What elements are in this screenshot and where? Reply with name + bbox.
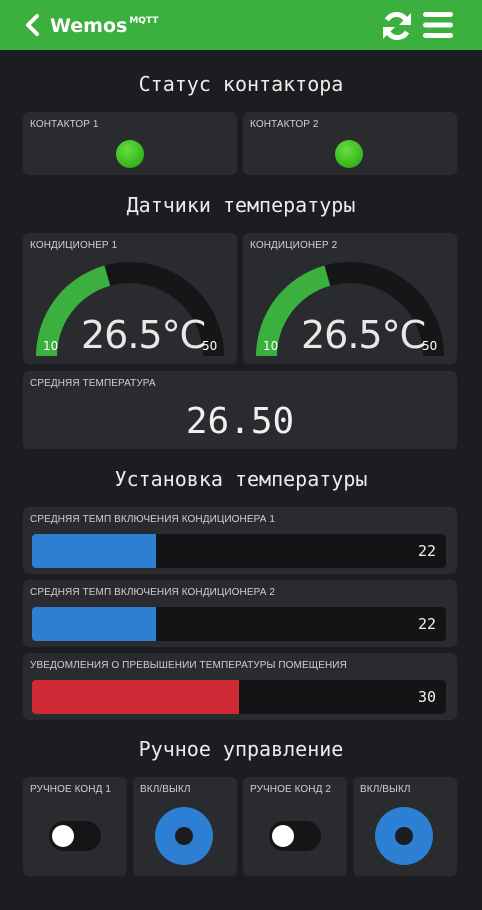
slider-label: УВЕДОМЛЕНИЯ О ПРЕВЫШЕНИИ ТЕМПЕРАТУРЫ ПОМ… <box>30 660 347 671</box>
alert-slider[interactable]: 30 <box>32 680 446 714</box>
average-temp-value: 26.50 <box>185 401 295 442</box>
slider-fill <box>32 607 157 641</box>
status-led-icon <box>335 140 363 168</box>
power-dot-icon <box>175 827 193 845</box>
slider-card-3: УВЕДОМЛЕНИЯ О ПРЕВЫШЕНИИ ТЕМПЕРАТУРЫ ПОМ… <box>23 653 457 720</box>
app-title-sup: MQTT <box>129 16 159 26</box>
slider-label: СРЕДНЯЯ ТЕМП ВКЛЮЧЕНИЯ КОНДИЦИОНЕРА 1 <box>30 514 276 525</box>
manual-toggle[interactable] <box>49 821 101 851</box>
toggle-label: РУЧНОЕ КОНД 2 <box>250 784 332 795</box>
onoff-button-card-1: ВКЛ/ВЫКЛ <box>133 777 237 876</box>
slider-card-1: СРЕДНЯЯ ТЕМП ВКЛЮЧЕНИЯ КОНДИЦИОНЕРА 1 22 <box>23 507 457 574</box>
gauge-value: 26.5°C <box>301 313 426 357</box>
slider-card-2: СРЕДНЯЯ ТЕМП ВКЛЮЧЕНИЯ КОНДИЦИОНЕРА 2 22 <box>23 580 457 647</box>
average-temp-card: СРЕДНЯЯ ТЕМПЕРАТУРА 26.50 <box>23 371 457 449</box>
toggle-label: РУЧНОЕ КОНД 1 <box>30 784 112 795</box>
toggle-knob <box>52 825 74 847</box>
gauge-min: 10 <box>43 339 59 353</box>
power-dot-icon <box>395 827 413 845</box>
slider-fill <box>32 680 239 714</box>
section-title-contactor-status: Статус контактора <box>138 72 344 96</box>
slider-label: СРЕДНЯЯ ТЕМП ВКЛЮЧЕНИЯ КОНДИЦИОНЕРА 2 <box>30 587 276 598</box>
app-header: Wemos MQTT <box>0 0 482 50</box>
manual-toggle-card-2: РУЧНОЕ КОНД 2 <box>243 777 347 876</box>
section-title-temp-sensors: Датчики температуры <box>126 193 356 217</box>
section-title-manual-control: Ручное управление <box>138 737 344 761</box>
toggle-knob <box>272 825 294 847</box>
contactor-card-2: КОНТАКТОР 2 <box>243 112 457 175</box>
manual-toggle[interactable] <box>269 821 321 851</box>
slider-value: 30 <box>417 688 436 706</box>
button-label: ВКЛ/ВЫКЛ <box>140 784 191 795</box>
average-temp-label: СРЕДНЯЯ ТЕМПЕРАТУРА <box>30 378 156 389</box>
gauge-card-1: КОНДИЦИОНЕР 1 10 50 26.5°C <box>23 233 237 364</box>
slider-value: 22 <box>417 542 436 560</box>
temp-slider[interactable]: 22 <box>32 534 446 568</box>
slider-fill <box>32 534 157 568</box>
contactor-label: КОНТАКТОР 2 <box>250 119 319 130</box>
app-title: Wemos MQTT <box>50 15 159 37</box>
manual-toggle-card-1: РУЧНОЕ КОНД 1 <box>23 777 127 876</box>
gauge-min: 10 <box>263 339 279 353</box>
onoff-button-card-2: ВКЛ/ВЫКЛ <box>353 777 457 876</box>
gauge-value: 26.5°C <box>81 313 206 357</box>
temp-slider[interactable]: 22 <box>32 607 446 641</box>
onoff-button[interactable] <box>375 807 433 865</box>
onoff-button[interactable] <box>155 807 213 865</box>
hamburger-menu-icon[interactable] <box>423 12 453 38</box>
status-led-icon <box>116 140 144 168</box>
chevron-left-icon[interactable] <box>22 13 42 37</box>
refresh-icon[interactable] <box>380 10 414 42</box>
section-title-temp-setting: Установка температуры <box>114 467 368 491</box>
contactor-card-1: КОНТАКТОР 1 <box>23 112 237 175</box>
gauge-card-2: КОНДИЦИОНЕР 2 10 50 26.5°C <box>243 233 457 364</box>
slider-value: 22 <box>417 615 436 633</box>
button-label: ВКЛ/ВЫКЛ <box>360 784 411 795</box>
contactor-label: КОНТАКТОР 1 <box>30 119 99 130</box>
